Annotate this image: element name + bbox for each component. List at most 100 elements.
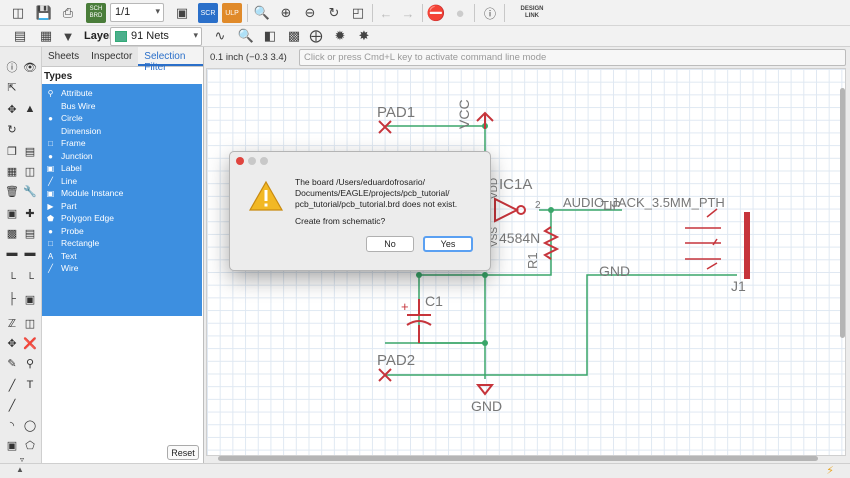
layer-stack-icon[interactable]: ▤	[10, 26, 30, 46]
design-link-icon[interactable]: DESIGN LINK	[514, 3, 550, 23]
redo-icon[interactable]: →	[398, 3, 418, 23]
list-item[interactable]: ▣ Module Instance	[46, 187, 124, 199]
rotate-icon[interactable]: ↻	[4, 121, 20, 137]
list-item[interactable]: □ Rectangle	[46, 237, 99, 249]
layer-settings-icon[interactable]: ▣	[172, 3, 192, 23]
line-icon: ╱	[48, 176, 53, 186]
list-item[interactable]: ● Circle	[46, 112, 83, 124]
grid-icon[interactable]: ▦	[36, 26, 56, 46]
list-item[interactable]: ⬟ Polygon Edge	[46, 212, 114, 224]
text-icon: A	[47, 251, 54, 261]
mirror-icon[interactable]: ▲	[22, 101, 38, 117]
list-item[interactable]: ▣ Label	[46, 162, 82, 174]
info-icon[interactable]: ⓘ	[4, 59, 20, 75]
help-icon[interactable]: ⓘ	[480, 3, 500, 23]
label-icon[interactable]: ▣	[22, 291, 38, 307]
yes-button[interactable]: Yes	[423, 236, 473, 252]
circle-icon[interactable]: ◯	[22, 417, 38, 433]
delete-icon[interactable]: 🗑	[4, 183, 20, 199]
add-part-icon[interactable]: ▣	[4, 205, 20, 221]
list-item[interactable]: ╱ Wire	[46, 262, 78, 274]
zoom-tool-icon[interactable]: 🔍	[236, 26, 256, 46]
value-icon[interactable]: ℤ	[4, 315, 20, 331]
label-ic1a: IC1A	[499, 176, 532, 193]
new-icon[interactable]: ◫	[8, 3, 28, 23]
wrench-icon[interactable]: 🔧	[22, 183, 38, 199]
copy-icon[interactable]: ❐	[4, 143, 20, 159]
command-line-input[interactable]: Click or press Cmd+L key to activate com…	[299, 49, 846, 66]
attribute-icon[interactable]: ❌	[22, 335, 38, 351]
scroll-thumb[interactable]	[840, 88, 845, 338]
replace-icon[interactable]: ▩	[4, 225, 20, 241]
junction-dot	[482, 340, 488, 346]
lightning-icon[interactable]: ⚡	[826, 464, 834, 477]
bus-icon[interactable]: └	[22, 271, 38, 287]
zoom-out-icon[interactable]: ⊖	[300, 3, 320, 23]
collapse-icon[interactable]: ▲	[16, 465, 24, 474]
text-icon[interactable]: T	[22, 377, 38, 393]
zoom-in-icon[interactable]: ⊕	[276, 3, 296, 23]
list-item[interactable]: □ Frame	[46, 137, 85, 149]
show-icon[interactable]: 👁	[22, 59, 38, 75]
no-button[interactable]: No	[366, 236, 414, 252]
label-gnd-net: GND	[599, 263, 630, 279]
layer-select[interactable]: 91 Nets ▾	[110, 27, 202, 46]
ratsnest-icon[interactable]: ✹	[330, 26, 350, 46]
zoom-fit-icon[interactable]: 🔍	[252, 3, 272, 23]
polygon-icon: ⬟	[47, 213, 54, 223]
sch-brd-switch-icon[interactable]: SCH BRD	[86, 3, 106, 23]
save-icon[interactable]: 💾	[34, 3, 54, 23]
list-item[interactable]: ▶ Part	[46, 200, 76, 212]
smash-icon[interactable]: ◫	[22, 315, 38, 331]
warning-icon	[248, 180, 284, 211]
list-item[interactable]: ⚲ Attribute	[46, 87, 93, 99]
line-icon[interactable]: ╱	[4, 377, 20, 393]
scroll-thumb[interactable]	[218, 456, 818, 461]
change-icon[interactable]: ✎	[4, 355, 20, 371]
name-icon[interactable]: ◫	[22, 163, 38, 179]
filter-icon[interactable]: ▼	[58, 26, 78, 46]
reset-button[interactable]: Reset	[167, 445, 199, 460]
arc-icon[interactable]: ◝	[4, 417, 20, 433]
autoroute-icon[interactable]: ✸	[354, 26, 374, 46]
pinswap-icon[interactable]: ✥	[4, 335, 20, 351]
wire-style-icon[interactable]: ∿	[210, 26, 230, 46]
tab-selection-filter[interactable]: Selection Filter	[138, 47, 203, 73]
junction-icon[interactable]: ├	[4, 291, 20, 307]
list-item[interactable]: Bus Wire	[46, 100, 95, 112]
pad-icon[interactable]: ▩	[284, 26, 304, 46]
horizontal-scrollbar[interactable]	[218, 456, 840, 462]
vertical-scrollbar[interactable]	[840, 68, 846, 456]
stop-icon[interactable]: ⛔	[426, 3, 446, 23]
tab-sheets[interactable]: Sheets	[42, 47, 85, 66]
minimize-icon	[248, 157, 256, 165]
invoke-icon[interactable]: ▬	[4, 245, 20, 261]
add-net-icon[interactable]: ⨁	[306, 26, 326, 46]
close-icon[interactable]	[236, 157, 244, 165]
split-icon[interactable]: ✚	[22, 205, 38, 221]
script-icon[interactable]: SCR	[198, 3, 218, 23]
pin-swap-icon[interactable]: ▬	[22, 245, 38, 261]
move-icon[interactable]: ✥	[4, 101, 20, 117]
tag-icon[interactable]: ⚲	[22, 355, 38, 371]
select-icon[interactable]: ⇱	[4, 79, 20, 95]
list-item[interactable]: ● Probe	[46, 225, 84, 237]
tab-inspector[interactable]: Inspector	[85, 47, 138, 66]
zoom-select-icon[interactable]: ◰	[348, 3, 368, 23]
go-icon[interactable]: ●	[450, 3, 470, 23]
miter-icon[interactable]: ╱	[4, 397, 20, 413]
net-icon[interactable]: └	[4, 271, 20, 287]
group-icon[interactable]: ▦	[4, 163, 20, 179]
print-icon[interactable]: ⎙	[58, 3, 78, 23]
ulp-icon[interactable]: ULP	[222, 3, 242, 23]
zoom-redraw-icon[interactable]: ↻	[324, 3, 344, 23]
smd-icon[interactable]: ◧	[260, 26, 280, 46]
paste-icon[interactable]: ▤	[22, 143, 38, 159]
gate-swap-icon[interactable]: ▤	[22, 225, 38, 241]
list-item[interactable]: ● Junction	[46, 150, 93, 162]
page-select[interactable]: 1/1 ▾	[110, 3, 164, 22]
list-item[interactable]: ╱ Line	[46, 175, 77, 187]
list-item[interactable]: A Text	[46, 250, 77, 262]
list-item[interactable]: Dimension	[46, 125, 101, 137]
undo-icon[interactable]: ←	[376, 3, 396, 23]
